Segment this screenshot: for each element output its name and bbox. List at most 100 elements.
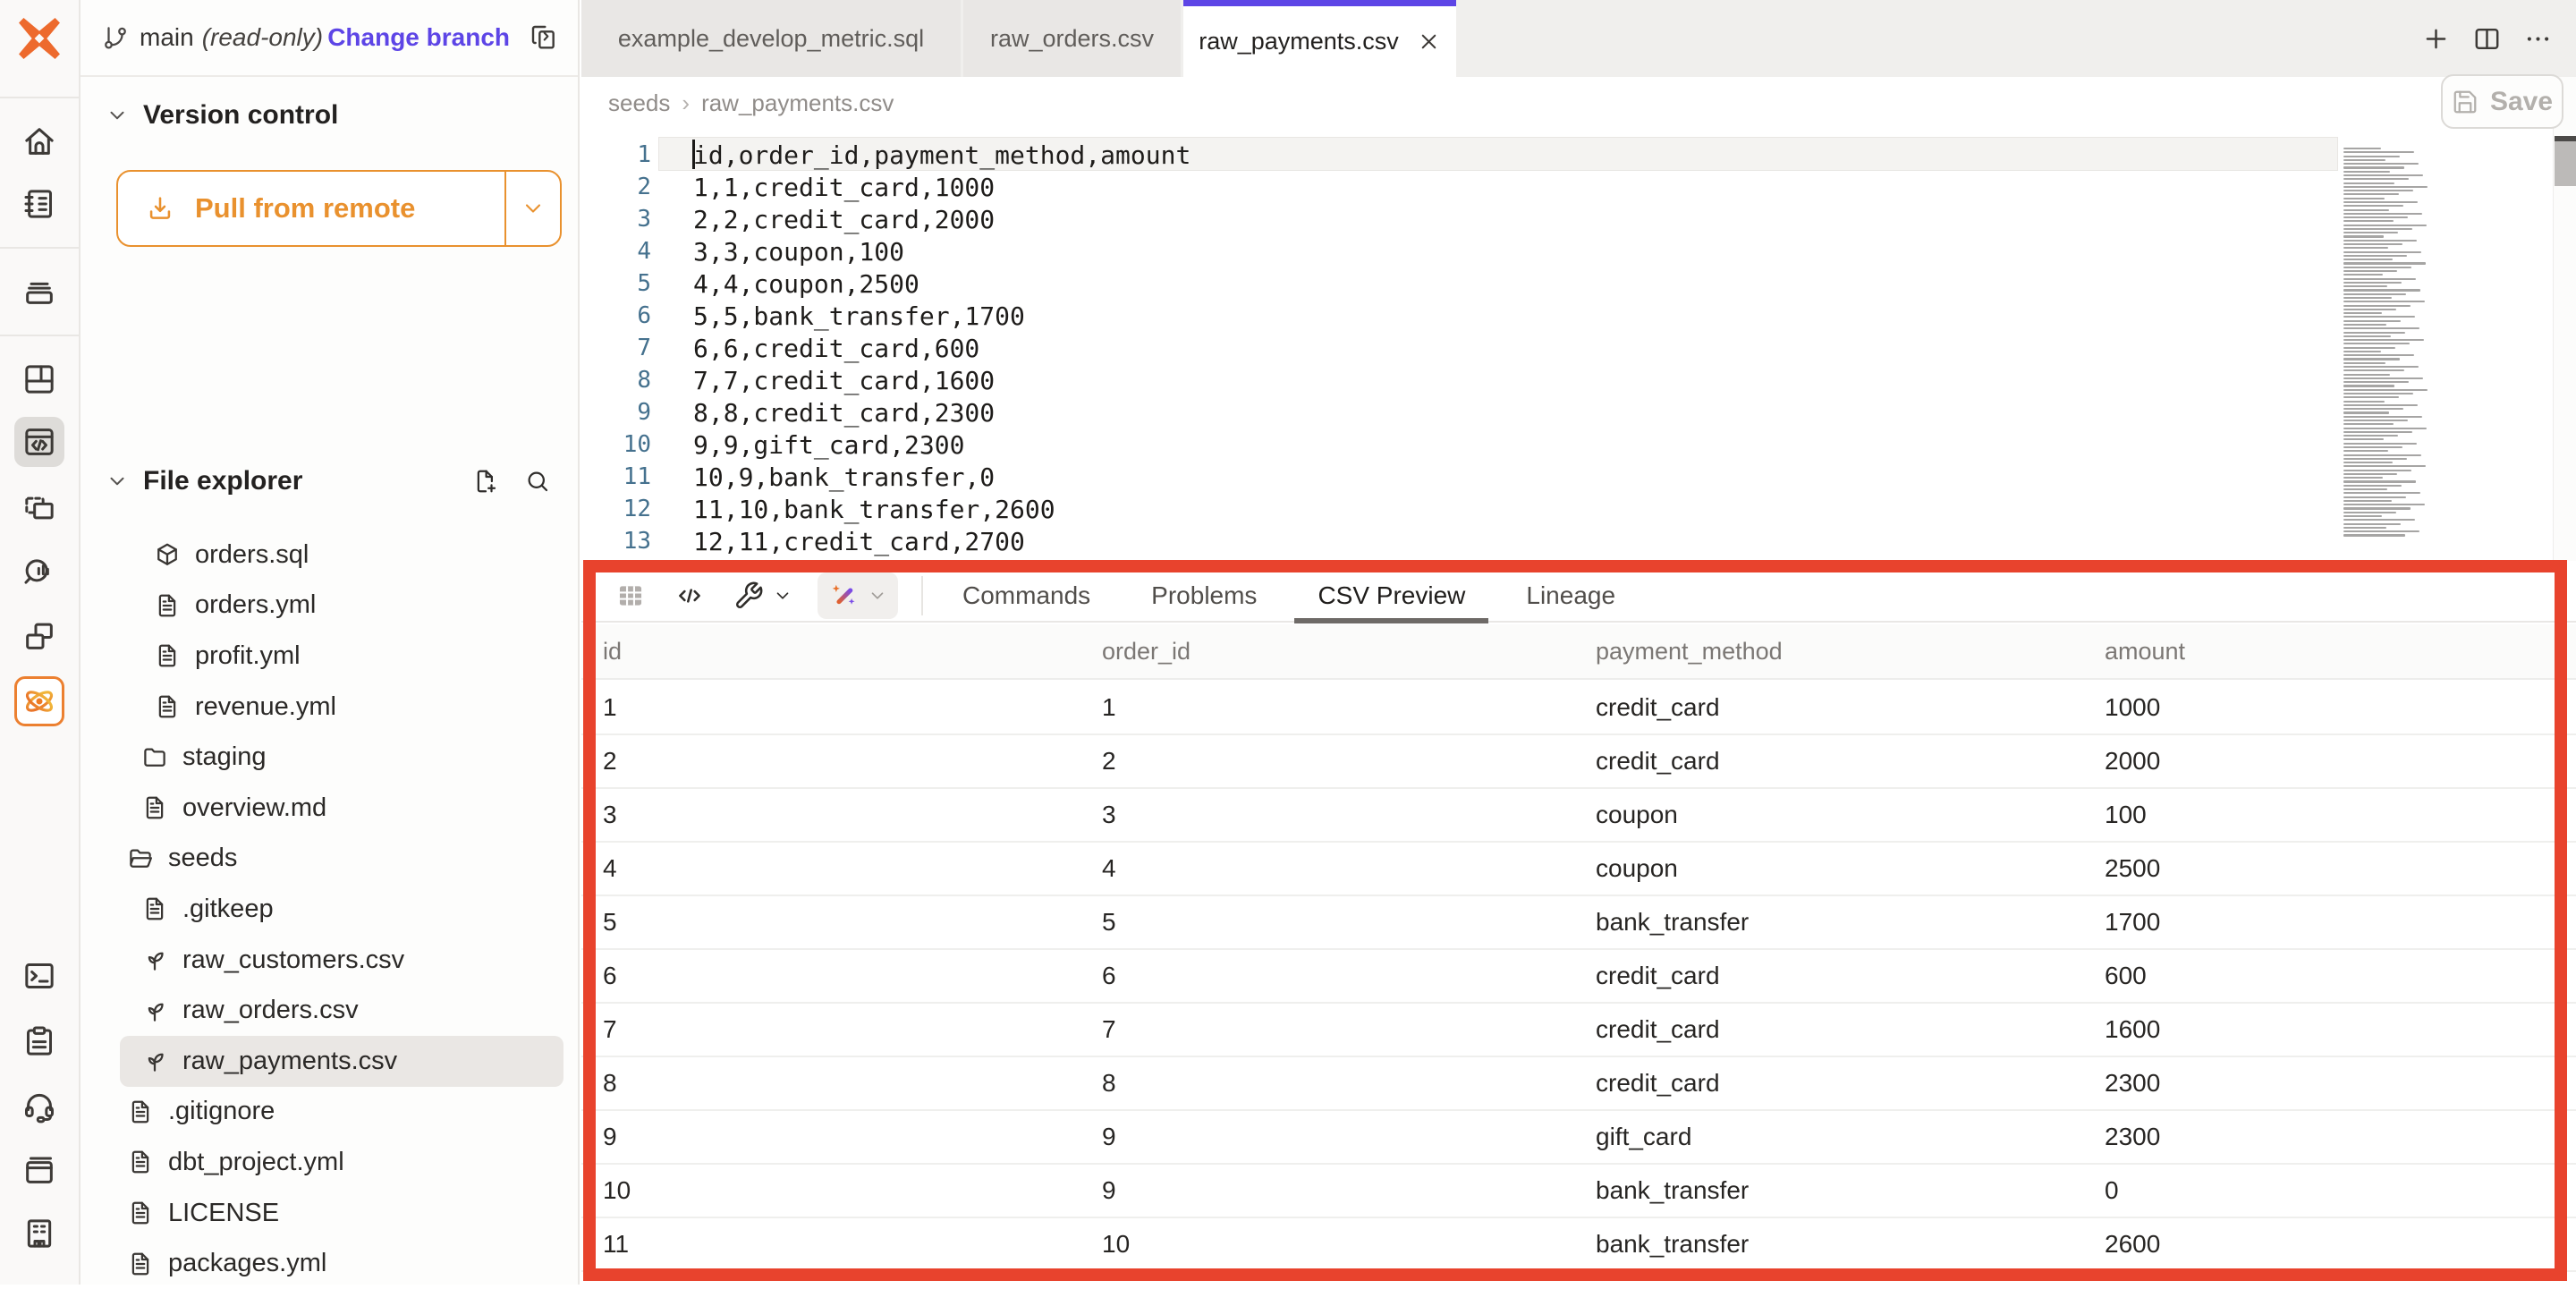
inbox-tray-icon[interactable]: [14, 266, 64, 316]
line-text: 7,7,credit_card,1600: [693, 366, 995, 395]
table-row[interactable]: 88credit_card2300: [581, 1057, 2576, 1111]
code-line[interactable]: 98,8,credit_card,2300: [581, 396, 2334, 428]
file-item-orders-sql[interactable]: orders.sql: [120, 530, 564, 581]
more-options-icon[interactable]: [2523, 24, 2553, 54]
table-row[interactable]: 33coupon100: [581, 789, 2576, 843]
file-item-raw-orders-csv[interactable]: raw_orders.csv: [120, 985, 564, 1036]
minimap-line: [2343, 362, 2385, 364]
copilot-atom-icon[interactable]: [14, 676, 64, 726]
bottom-panel: CommandsProblemsCSV PreviewLineage idord…: [581, 561, 2576, 1285]
save-button[interactable]: Save: [2441, 74, 2563, 129]
panel-tab-commands[interactable]: Commands: [962, 570, 1090, 622]
csv-table-body: 11credit_card100022credit_card200033coup…: [581, 682, 2576, 1272]
file-explorer-header[interactable]: File explorer: [80, 458, 580, 505]
audit-search-icon[interactable]: [14, 547, 64, 597]
file-item-gitignore[interactable]: .gitignore: [120, 1087, 564, 1138]
editor-tab-raw-orders-csv[interactable]: raw_orders.csv: [963, 0, 1183, 77]
file-item-raw-customers-csv[interactable]: raw_customers.csv: [120, 935, 564, 986]
split-editor-icon[interactable]: [2472, 24, 2502, 54]
selection-frame-icon[interactable]: [14, 483, 64, 533]
version-control-header[interactable]: Version control: [80, 96, 578, 135]
file-icon: [141, 895, 168, 922]
code-lines[interactable]: 1id,order_id,payment_method,amount21,1,c…: [581, 139, 2334, 557]
column-header-payment_method: payment_method: [1574, 638, 2083, 666]
copilot-magic-button[interactable]: [818, 572, 898, 619]
notebook-icon[interactable]: [14, 179, 64, 229]
file-item-profit-yml[interactable]: profit.yml: [120, 631, 564, 682]
dbt-logo-icon[interactable]: [15, 14, 64, 63]
table-row[interactable]: 77credit_card1600: [581, 1004, 2576, 1057]
line-number: 11: [581, 463, 651, 490]
breadcrumb-file[interactable]: raw_payments.csv: [701, 89, 894, 117]
new-tab-plus-icon[interactable]: [2421, 24, 2451, 54]
column-header-amount: amount: [2083, 638, 2576, 666]
file-item-gitkeep[interactable]: .gitkeep: [120, 884, 564, 935]
format-table-icon[interactable]: [615, 581, 646, 611]
editor-tab-example-develop-metric-sql[interactable]: example_develop_metric.sql: [581, 0, 963, 77]
table-row[interactable]: 109bank_transfer0: [581, 1165, 2576, 1218]
code-line[interactable]: 65,5,bank_transfer,1700: [581, 300, 2334, 332]
breadcrumb-folder[interactable]: seeds: [608, 89, 670, 117]
panel-tab-problems[interactable]: Problems: [1151, 570, 1257, 622]
pull-from-remote-button[interactable]: Pull from remote: [116, 170, 562, 247]
code-view-icon[interactable]: [674, 581, 705, 611]
file-item-staging[interactable]: staging: [120, 732, 564, 783]
editor-tab-raw-payments-csv[interactable]: raw_payments.csv: [1183, 0, 1456, 77]
code-line[interactable]: 21,1,credit_card,1000: [581, 171, 2334, 203]
code-line[interactable]: 32,2,credit_card,2000: [581, 203, 2334, 235]
code-line[interactable]: 1312,11,credit_card,2700: [581, 525, 2334, 557]
file-item-license[interactable]: LICENSE: [120, 1188, 564, 1239]
code-line[interactable]: 8 7,7,credit_card,1600: [581, 364, 2334, 396]
table-row[interactable]: 22credit_card2000: [581, 735, 2576, 789]
file-item-raw-payments-csv[interactable]: raw_payments.csv: [120, 1036, 564, 1087]
organization-building-icon[interactable]: [14, 1208, 64, 1259]
table-row[interactable]: 66credit_card600: [581, 950, 2576, 1004]
table-row[interactable]: 1110bank_transfer2600: [581, 1218, 2576, 1272]
seed-icon: [141, 997, 168, 1024]
line-number: 8: [581, 367, 651, 394]
table-row[interactable]: 44coupon2500: [581, 843, 2576, 896]
code-editor-icon[interactable]: [14, 417, 64, 467]
minimap-line: [2343, 186, 2428, 188]
close-tab-icon[interactable]: [1417, 30, 1441, 54]
panel-tab-csv-preview[interactable]: CSV Preview: [1318, 570, 1465, 622]
table-row[interactable]: 55bank_transfer1700: [581, 896, 2576, 950]
copy-icon[interactable]: [530, 23, 558, 52]
terminal-icon[interactable]: [14, 951, 64, 1001]
table-row[interactable]: 11credit_card1000: [581, 682, 2576, 735]
file-item-overview-md[interactable]: overview.md: [120, 783, 564, 834]
scrollbar-thumb[interactable]: [2555, 136, 2576, 186]
new-file-icon[interactable]: [472, 468, 499, 495]
minimap-line: [2343, 320, 2401, 322]
build-wrench-icon[interactable]: [733, 581, 764, 611]
file-item-revenue-yml[interactable]: revenue.yml: [120, 682, 564, 733]
file-item-seeds[interactable]: seeds: [120, 834, 564, 885]
search-icon[interactable]: [524, 468, 551, 495]
file-item-packages-yml[interactable]: packages.yml: [120, 1238, 564, 1289]
change-branch-link[interactable]: Change branch: [327, 23, 510, 52]
code-line[interactable]: 54,4,coupon,2500: [581, 267, 2334, 300]
pull-from-remote-main[interactable]: Pull from remote: [118, 172, 504, 245]
chevron-down-icon[interactable]: [773, 586, 792, 606]
home-icon[interactable]: [14, 116, 64, 166]
code-line[interactable]: 1id,order_id,payment_method,amount: [581, 139, 2334, 171]
file-item-dbt-project-yml[interactable]: dbt_project.yml: [120, 1137, 564, 1188]
editor-scrollbar[interactable]: [2553, 77, 2576, 561]
minimap-line: [2343, 416, 2422, 418]
windows-icon[interactable]: [14, 611, 64, 661]
dashboard-icon[interactable]: [14, 354, 64, 404]
code-line[interactable]: 1211,10,bank_transfer,2600: [581, 493, 2334, 525]
panel-tab-lineage[interactable]: Lineage: [1526, 570, 1615, 622]
code-line[interactable]: 76,6,credit_card,600: [581, 332, 2334, 364]
code-line[interactable]: 1110,9,bank_transfer,0: [581, 461, 2334, 493]
minimap[interactable]: [2343, 148, 2444, 542]
headset-icon[interactable]: [14, 1081, 64, 1131]
code-editor[interactable]: seeds › raw_payments.csv Save 1id,order_…: [581, 77, 2576, 561]
code-line[interactable]: 43,3,coupon,100: [581, 235, 2334, 267]
clipboard-icon[interactable]: [14, 1016, 64, 1066]
browser-window-icon[interactable]: [14, 1145, 64, 1195]
code-line[interactable]: 109,9,gift_card,2300: [581, 428, 2334, 461]
file-item-orders-yml[interactable]: orders.yml: [120, 581, 564, 632]
table-row[interactable]: 99gift_card2300: [581, 1111, 2576, 1165]
pull-options-dropdown[interactable]: [504, 172, 560, 245]
